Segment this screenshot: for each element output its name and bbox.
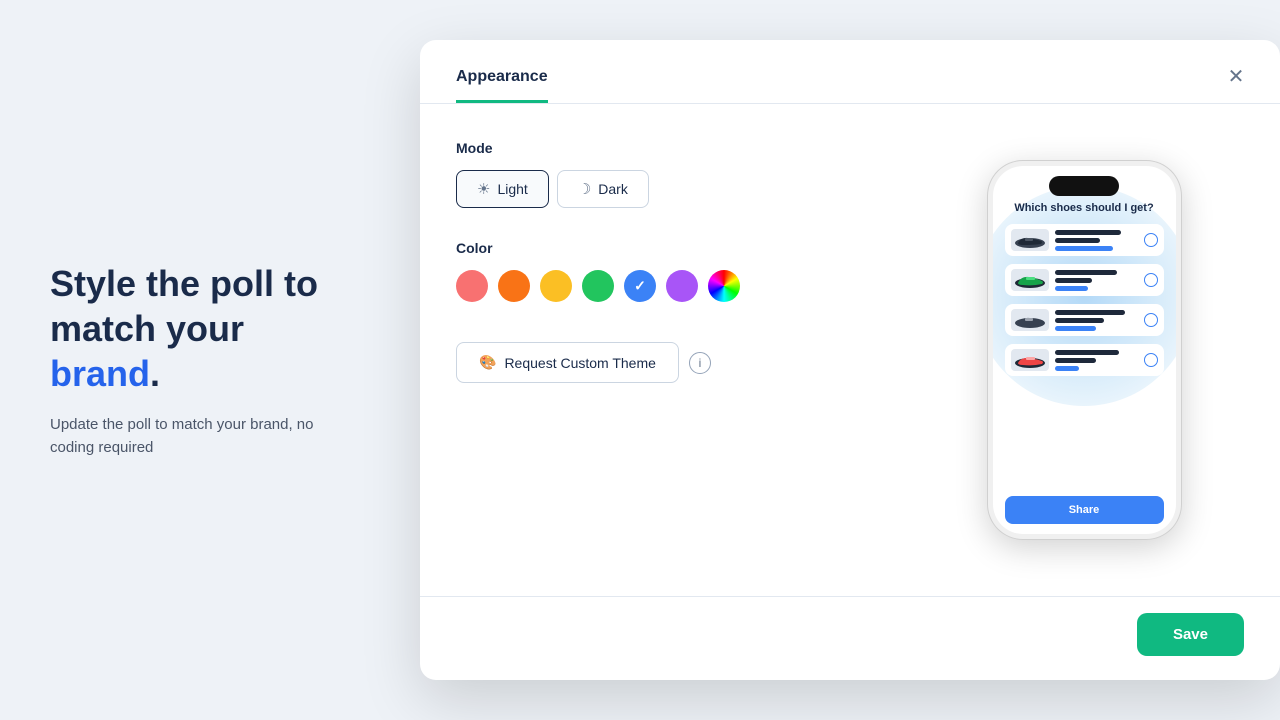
- phone-preview: Which shoes should I get?: [924, 140, 1244, 560]
- phone-screen: Which shoes should I get?: [993, 166, 1176, 534]
- moon-icon: ☽: [578, 180, 591, 198]
- option-bars-4: [1055, 350, 1138, 371]
- color-label: Color: [456, 240, 884, 256]
- poll-option-2: [1005, 264, 1164, 296]
- poll-option-3: [1005, 304, 1164, 336]
- tab-appearance[interactable]: Appearance: [456, 68, 548, 103]
- swatch-orange[interactable]: [498, 270, 530, 302]
- swatch-rainbow[interactable]: [708, 270, 740, 302]
- color-swatches: [456, 270, 884, 302]
- custom-theme-button[interactable]: 🎨 Request Custom Theme: [456, 342, 679, 383]
- poll-title: Which shoes should I get?: [1005, 202, 1164, 214]
- radio-3[interactable]: [1144, 313, 1158, 327]
- mode-label: Mode: [456, 140, 884, 156]
- poll-option-4: [1005, 344, 1164, 376]
- hero-heading: Style the poll to match your brand.: [50, 261, 350, 396]
- mode-buttons: ☀ Light ☽ Dark: [456, 170, 884, 208]
- shoe-img-3: [1011, 309, 1049, 331]
- share-button[interactable]: Share: [1005, 496, 1164, 524]
- modal-tabs: Appearance: [456, 68, 1244, 103]
- dark-mode-button[interactable]: ☽ Dark: [557, 170, 649, 208]
- option-bars-3: [1055, 310, 1138, 331]
- phone-notch: [1049, 176, 1119, 196]
- swatch-yellow[interactable]: [540, 270, 572, 302]
- sun-icon: ☀: [477, 180, 490, 198]
- swatch-blue[interactable]: [624, 270, 656, 302]
- swatch-purple[interactable]: [666, 270, 698, 302]
- radio-1[interactable]: [1144, 233, 1158, 247]
- appearance-modal: Appearance ✕ Mode ☀ Light ☽ Dark: [420, 40, 1280, 680]
- mode-section: Mode ☀ Light ☽ Dark: [456, 140, 884, 208]
- swatch-green[interactable]: [582, 270, 614, 302]
- shoe-img-4: [1011, 349, 1049, 371]
- custom-theme-row: 🎨 Request Custom Theme i: [456, 342, 884, 383]
- close-button[interactable]: ✕: [1220, 60, 1252, 92]
- modal-footer: Save: [420, 596, 1280, 680]
- left-panel: Style the poll to match your brand. Upda…: [0, 201, 400, 519]
- palette-emoji: 🎨: [479, 354, 496, 371]
- info-icon[interactable]: i: [689, 352, 711, 374]
- modal-header: Appearance ✕: [420, 40, 1280, 104]
- hero-subtitle: Update the poll to match your brand, no …: [50, 414, 350, 459]
- phone-outer: Which shoes should I get?: [987, 160, 1182, 540]
- modal-body: Mode ☀ Light ☽ Dark Color: [420, 104, 1280, 596]
- color-section: Color: [456, 240, 884, 302]
- light-label: Light: [497, 181, 527, 197]
- dark-label: Dark: [598, 181, 628, 197]
- shoe-img-2: [1011, 269, 1049, 291]
- swatch-red[interactable]: [456, 270, 488, 302]
- light-mode-button[interactable]: ☀ Light: [456, 170, 549, 208]
- poll-option-1: [1005, 224, 1164, 256]
- settings-panel: Mode ☀ Light ☽ Dark Color: [456, 140, 884, 560]
- option-bars-2: [1055, 270, 1138, 291]
- radio-4[interactable]: [1144, 353, 1158, 367]
- option-bars-1: [1055, 230, 1138, 251]
- phone-content: Which shoes should I get?: [993, 166, 1176, 492]
- shoe-img-1: [1011, 229, 1049, 251]
- radio-2[interactable]: [1144, 273, 1158, 287]
- custom-theme-label: Request Custom Theme: [504, 355, 655, 371]
- save-button[interactable]: Save: [1137, 613, 1244, 656]
